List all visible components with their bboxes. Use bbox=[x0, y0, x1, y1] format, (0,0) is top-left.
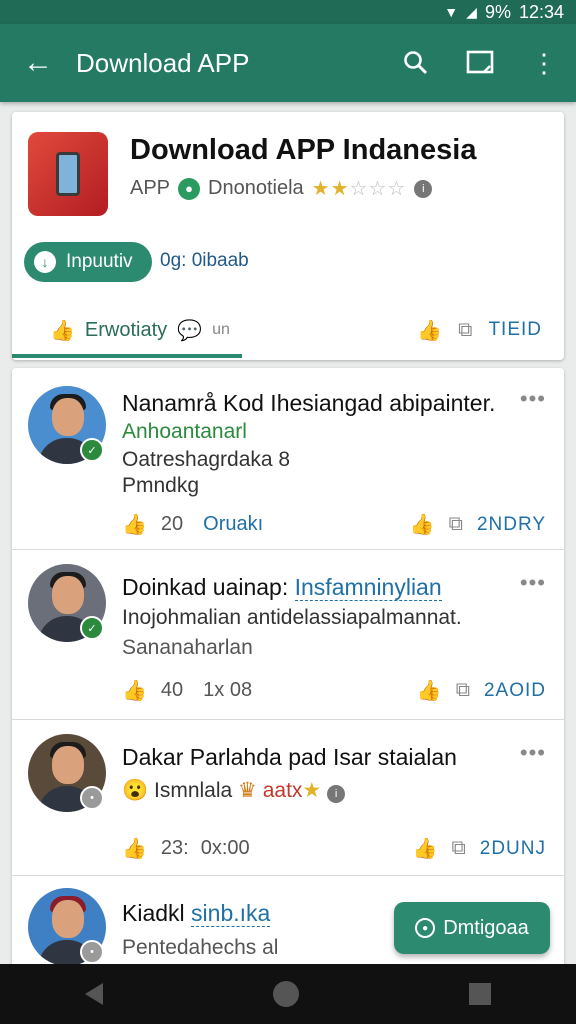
post-link[interactable]: 2NDRY bbox=[477, 514, 546, 536]
more-horiz-icon[interactable]: ••• bbox=[520, 740, 546, 766]
app-name: Download APP Indanesia bbox=[130, 134, 477, 166]
install-label: Inpuutiv bbox=[66, 251, 133, 272]
post-title-prefix: Doinkad uainap: bbox=[122, 574, 289, 600]
app-action-row: 👍 Erwotiaty 💬 un 👍 ⧉ TIEID bbox=[12, 312, 564, 348]
post-title: Dakar Parlahda pad Isar staialan bbox=[122, 744, 457, 770]
post-tag: aatx bbox=[262, 779, 303, 802]
post-link[interactable]: 2DUNJ bbox=[480, 838, 546, 860]
status-bar: ▼ ◢ 9% 12:34 bbox=[0, 0, 576, 24]
verified-icon: ✓ bbox=[80, 616, 104, 640]
signal-icon: ◢ bbox=[466, 3, 477, 20]
post-meta: 0x:00 bbox=[200, 837, 250, 859]
developer-name[interactable]: Dnonotiela bbox=[208, 177, 304, 200]
share-icon[interactable]: ⧉ bbox=[449, 513, 463, 536]
info-icon[interactable]: i bbox=[414, 179, 433, 198]
comment-icon[interactable]: 💬 bbox=[177, 318, 202, 343]
arrow-left-icon[interactable]: ← bbox=[0, 24, 76, 102]
nav-home-icon[interactable] bbox=[273, 981, 299, 1007]
share-icon[interactable]: ⧉ bbox=[458, 319, 472, 342]
thumbs-up-icon[interactable]: 👍 bbox=[122, 836, 147, 861]
post-text: Inojohmalian antidelassiapalmannat. bbox=[122, 606, 462, 629]
tab-indicator bbox=[12, 354, 242, 358]
thumbs-up-icon[interactable]: 👍 bbox=[122, 678, 147, 703]
share-icon[interactable]: ⧉ bbox=[451, 837, 465, 860]
post-title: Kiadkl sinb.ıka bbox=[122, 900, 271, 927]
system-nav-bar bbox=[0, 964, 576, 1024]
like-icon[interactable]: 👍 bbox=[417, 678, 442, 703]
post-title: Doinkad uainap: Insfamninylian bbox=[122, 574, 442, 601]
comment-count: un bbox=[212, 321, 230, 338]
developer-icon: ● bbox=[178, 177, 201, 200]
status-icon: • bbox=[80, 940, 104, 964]
clock-text: 12:34 bbox=[518, 1, 564, 22]
like-count: 23: bbox=[160, 837, 189, 859]
app-meta: APP ● Dnonotiela ★★☆☆☆ i bbox=[130, 176, 433, 201]
verified-icon: ✓ bbox=[80, 438, 104, 462]
app-size: 0g: 0ibaab bbox=[160, 250, 249, 271]
nav-back-icon[interactable] bbox=[85, 983, 103, 1005]
thumbs-up-icon[interactable]: 👍 bbox=[122, 512, 147, 537]
post-text: Pmndkg bbox=[122, 474, 200, 497]
nav-recents-icon[interactable] bbox=[469, 983, 491, 1005]
search-icon[interactable] bbox=[384, 24, 448, 102]
post-meta: 1x 08 bbox=[203, 679, 253, 701]
post-title: Nanamrå Kod Ihesiangad abipainter. bbox=[122, 390, 496, 416]
rating-stars: ★★☆☆☆ bbox=[311, 178, 407, 200]
app-card: Download APP Indanesia APP ● Dnonotiela … bbox=[12, 112, 564, 360]
like-count: 40 bbox=[160, 679, 184, 701]
post-link[interactable]: 2AOID bbox=[484, 680, 546, 702]
award-icon: ♛ bbox=[238, 779, 257, 802]
like-icon[interactable]: 👍 bbox=[417, 318, 442, 343]
post-title-link[interactable]: sinb.ıka bbox=[191, 900, 271, 927]
wifi-icon: ▼ bbox=[444, 4, 459, 20]
post-text: Oatreshagrdaka 8 bbox=[122, 448, 291, 471]
info-icon[interactable]: i bbox=[327, 785, 346, 803]
fab-label: Dmtigoaa bbox=[443, 916, 529, 939]
post-subtitle: Anhoantanarl bbox=[122, 420, 247, 443]
post-meta-line: 😮 Ismnlala ♛ aatx★ i bbox=[122, 778, 346, 803]
post-text: Pentedahechs al bbox=[122, 936, 279, 959]
clock-icon: ● bbox=[415, 918, 436, 938]
more-horiz-icon[interactable]: ••• bbox=[520, 570, 546, 596]
post-text: Ismnlala bbox=[154, 779, 233, 802]
post-item[interactable]: ✓ Nanamrå Kod Ihesiangad abipainter. •••… bbox=[12, 368, 564, 550]
install-button[interactable]: ↓ Inpuutiv bbox=[24, 242, 152, 282]
post-title-link[interactable]: Insfamninylian bbox=[294, 574, 442, 601]
app-category: APP bbox=[130, 177, 171, 199]
share-icon[interactable]: ⧉ bbox=[456, 679, 470, 702]
post-text: Sananaharlan bbox=[122, 636, 253, 659]
post-item[interactable]: ✓ Doinkad uainap: Insfamninylian ••• Ino… bbox=[12, 550, 564, 720]
status-icon: • bbox=[80, 786, 104, 810]
content-area: Download APP Indanesia APP ● Dnonotiela … bbox=[0, 102, 576, 964]
more-horiz-icon[interactable]: ••• bbox=[520, 386, 546, 412]
cast-icon[interactable] bbox=[448, 24, 512, 102]
app-bar: ← Download APP ⋮ bbox=[0, 24, 576, 102]
like-icon[interactable]: 👍 bbox=[410, 512, 435, 537]
emoji-icon: 😮 bbox=[122, 779, 149, 802]
like-icon[interactable]: 👍 bbox=[413, 836, 438, 861]
app-action-link[interactable]: TIEID bbox=[488, 319, 542, 341]
post-feed: ✓ Nanamrå Kod Ihesiangad abipainter. •••… bbox=[12, 368, 564, 964]
app-bar-title: Download APP bbox=[76, 47, 250, 78]
more-vert-icon[interactable]: ⋮ bbox=[512, 24, 576, 102]
post-item[interactable]: • Dakar Parlahda pad Isar staialan ••• 😮… bbox=[12, 720, 564, 876]
post-meta[interactable]: Oruakı bbox=[203, 513, 263, 536]
post-title-prefix: Kiadkl bbox=[122, 900, 185, 926]
post-actions: 👍 40 1x 08 👍 ⧉ 2AOID bbox=[122, 678, 546, 703]
post-actions: 👍 20 Oruakı 👍 ⧉ 2NDRY bbox=[122, 512, 546, 537]
tab-activity[interactable]: Erwotiaty bbox=[85, 319, 167, 342]
post-actions: 👍 23: 0x:00 👍 ⧉ 2DUNJ bbox=[122, 836, 546, 861]
download-icon: ↓ bbox=[34, 251, 56, 273]
thumbs-up-icon[interactable]: 👍 bbox=[50, 318, 75, 343]
star-icon: ★ bbox=[302, 779, 322, 802]
app-logo-icon bbox=[28, 132, 108, 216]
like-count: 20 bbox=[160, 513, 184, 535]
battery-text: 9% bbox=[484, 1, 511, 22]
floating-action-button[interactable]: ● Dmtigoaa bbox=[394, 902, 550, 954]
